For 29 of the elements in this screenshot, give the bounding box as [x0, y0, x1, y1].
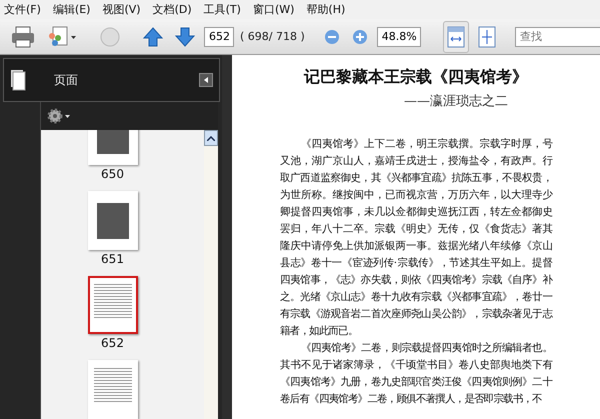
page-thumbnail[interactable]: [88, 276, 138, 334]
plus-icon: [352, 28, 368, 44]
zoom-field[interactable]: 48.8%: [376, 26, 421, 46]
page-number: 650: [101, 166, 124, 181]
page-number: 652: [101, 336, 124, 350]
chevron-up-icon: [207, 136, 215, 140]
search-field[interactable]: 查找: [514, 26, 600, 46]
page-number: 651: [101, 252, 124, 266]
menu-item[interactable]: 视图(V): [102, 2, 141, 17]
sidebar-title: 页面: [54, 72, 79, 88]
menu-item[interactable]: 窗口(W): [252, 2, 294, 17]
menu-item[interactable]: 工具(T): [204, 2, 241, 17]
gear-icon[interactable]: [47, 108, 71, 124]
menu-item[interactable]: 文档(D): [152, 2, 192, 17]
article-subtitle: ——瀛涯琐志之二: [404, 93, 508, 110]
page-number-field[interactable]: 652: [204, 26, 234, 46]
article-title: 记巴黎藏本王宗载《四夷馆考》: [304, 67, 528, 88]
paragraph: 《四夷馆考》上下二卷，明王宗载撰。宗载字时厚，号 又池，湖广京山人，嘉靖壬戌进士，授海盐令，有政声。行 取广西道监察御史，其《兴都事宜疏》抗陈五事，不畏权贵， 为世所称。继按闽中，已而视京营，万历六年，以大理寺少 卿提督四夷馆事，未几以佥都御史巡抚江西，转左佥都御史 罢归，年八十二卒。宗载《明史》无传，仅《食货志》著其 隆庆中请停免上供加派银两一事。兹据光绪八年续修《京山 县志》卷十一《宦迹列传·宗载传》，节述其生平如上。提督 四夷馆事，《志》亦失载，则依《四夷馆考》宗载《自序》补 之。光绪《京山志》卷十九收有宗载《兴都事宜疏》，卷廿一 有宗载《游观音岩二首次座师尧山吴公韵》，宗载杂著见于志 籍者，如此而已。: [280, 137, 552, 339]
collapse-button[interactable]: [199, 73, 213, 87]
menu-item[interactable]: 文件(F): [4, 2, 41, 17]
pages-icon[interactable]: [10, 69, 26, 91]
paragraph: 《四夷馆考》二卷，则宗载提督四夷馆时之所编辑者也。 其书不见于诸家簿录，《千顷堂书目》卷八史部舆地类下有 《四夷馆考》九册，卷九史部职官类汪俊《四夷馆则例》二十 卷后有《四夷馆考》二卷，顾俱不著撰人，是否即宗载书，不: [280, 341, 552, 407]
left-triangle-icon: [204, 77, 208, 83]
minus-icon: [324, 28, 340, 44]
menu-item[interactable]: 编辑(E): [52, 2, 90, 17]
menu-item[interactable]: 帮助(H): [306, 2, 346, 17]
scroll-up-button[interactable]: [204, 130, 218, 146]
page-count: ( 698/ 718 ): [240, 30, 305, 43]
fit-width-button[interactable]: [442, 20, 469, 52]
